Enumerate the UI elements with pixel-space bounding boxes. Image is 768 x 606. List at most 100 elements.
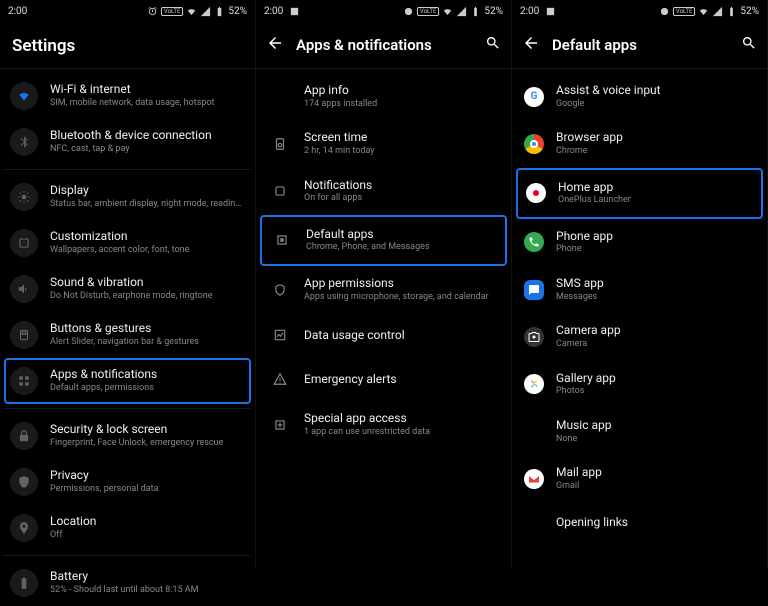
setting-home-app[interactable]: Home app OnePlus Launcher [516, 168, 763, 219]
battery-icon [214, 6, 225, 17]
setting-title: App permissions [304, 276, 499, 292]
setting-title: Wi-Fi & internet [50, 82, 245, 98]
special-access-icon [268, 413, 292, 437]
search-icon[interactable] [485, 35, 501, 55]
setting-title: Camera app [556, 323, 755, 339]
buttons-icon [10, 321, 38, 349]
setting-assist[interactable]: G Assist & voice input Google [516, 73, 763, 120]
setting-subtitle: Wallpapers, accent color, font, tone [50, 245, 245, 257]
search-icon[interactable] [741, 35, 757, 55]
setting-customization[interactable]: Customization Wallpapers, accent color, … [4, 220, 251, 266]
setting-privacy[interactable]: Privacy Permissions, personal data [4, 459, 251, 505]
setting-title: Default apps [306, 227, 497, 243]
setting-location[interactable]: Location Off [4, 505, 251, 551]
empty-icon [524, 422, 544, 442]
setting-subtitle: Photos [556, 386, 755, 398]
setting-notifications[interactable]: Notifications On for all apps [260, 168, 507, 215]
wifi-icon [698, 6, 709, 17]
chrome-icon [524, 134, 544, 154]
divider [4, 169, 251, 170]
setting-subtitle: NFC, cast, tap & pay [50, 144, 245, 156]
battery-icon [726, 6, 737, 17]
setting-camera-app[interactable]: Camera app Camera [516, 313, 763, 360]
setting-special-access[interactable]: Special app access 1 app can use unrestr… [260, 401, 507, 448]
battery-pct: 52% [484, 6, 503, 17]
setting-emergency-alerts[interactable]: Emergency alerts [260, 357, 507, 401]
setting-subtitle: OnePlus Launcher [558, 195, 753, 207]
screen-time-icon [268, 132, 292, 156]
setting-title: Data usage control [304, 328, 499, 344]
battery-pct: 52% [740, 6, 759, 17]
launcher-icon [526, 183, 546, 203]
setting-title: Emergency alerts [304, 372, 499, 388]
setting-data-usage[interactable]: Data usage control [260, 313, 507, 357]
setting-apps-notifications[interactable]: Apps & notifications Default apps, permi… [4, 358, 251, 404]
setting-subtitle: Fingerprint, Face Unlock, emergency resc… [50, 438, 245, 450]
setting-title: Home app [558, 180, 753, 196]
setting-display[interactable]: Display Status bar, ambient display, nig… [4, 174, 251, 220]
setting-title: SMS app [556, 276, 755, 292]
wifi-icon [442, 6, 453, 17]
wifi-icon [186, 6, 197, 17]
alarm-icon [403, 6, 414, 17]
setting-title: Privacy [50, 468, 245, 484]
setting-title: Sound & vibration [50, 275, 245, 291]
apps-notifications-screen: 2:00 VoLTE 52% Apps & notifications App … [256, 0, 512, 569]
setting-subtitle: Do Not Disturb, earphone mode, ringtone [50, 291, 245, 303]
setting-phone-app[interactable]: Phone app Phone [516, 219, 763, 266]
google-icon: G [524, 87, 544, 107]
data-usage-icon [268, 323, 292, 347]
bluetooth-icon [10, 128, 38, 156]
divider [512, 68, 767, 69]
setting-music-app[interactable]: Music app None [516, 408, 763, 455]
phone-icon [524, 232, 544, 252]
setting-subtitle: SIM, mobile network, data usage, hotspot [50, 98, 245, 110]
setting-wifi[interactable]: Wi-Fi & internet SIM, mobile network, da… [4, 73, 251, 119]
setting-subtitle: 2 hr, 14 min today [304, 146, 499, 158]
notifications-icon [268, 179, 292, 203]
battery-icon [10, 569, 38, 597]
setting-title: Opening links [556, 515, 755, 531]
setting-screen-time[interactable]: Screen time 2 hr, 14 min today [260, 120, 507, 167]
setting-title: Screen time [304, 130, 499, 146]
setting-bluetooth[interactable]: Bluetooth & device connection NFC, cast,… [4, 119, 251, 165]
setting-subtitle: Gmail [556, 481, 755, 493]
permissions-icon [268, 278, 292, 302]
sound-icon [10, 275, 38, 303]
setting-battery[interactable]: Battery 52% - Should last until about 8:… [4, 560, 251, 606]
setting-title: Bluetooth & device connection [50, 128, 245, 144]
alert-icon [268, 367, 292, 391]
setting-title: Battery [50, 569, 245, 585]
volte-icon: VoLTE [673, 7, 696, 16]
back-icon[interactable] [266, 34, 284, 56]
setting-sound[interactable]: Sound & vibration Do Not Disturb, earpho… [4, 266, 251, 312]
divider [0, 68, 255, 69]
signal-icon [456, 6, 467, 17]
setting-browser[interactable]: Browser app Chrome [516, 120, 763, 167]
setting-subtitle: Chrome, Phone, and Messages [306, 242, 497, 254]
setting-subtitle: Camera [556, 339, 755, 351]
setting-title: Customization [50, 229, 245, 245]
signal-icon [712, 6, 723, 17]
setting-app-permissions[interactable]: App permissions Apps using microphone, s… [260, 266, 507, 313]
setting-sms-app[interactable]: SMS app Messages [516, 266, 763, 313]
setting-buttons[interactable]: Buttons & gestures Alert Slider, navigat… [4, 312, 251, 358]
setting-title: Gallery app [556, 371, 755, 387]
back-icon[interactable] [522, 34, 540, 56]
setting-app-info[interactable]: App info 174 apps installed [260, 73, 507, 120]
divider [256, 68, 511, 69]
setting-title: Buttons & gestures [50, 321, 245, 337]
setting-subtitle: 174 apps installed [304, 99, 499, 111]
gmail-icon [524, 469, 544, 489]
setting-gallery-app[interactable]: Gallery app Photos [516, 361, 763, 408]
setting-security[interactable]: Security & lock screen Fingerprint, Face… [4, 413, 251, 459]
setting-default-apps[interactable]: Default apps Chrome, Phone, and Messages [260, 215, 507, 266]
setting-subtitle: Google [556, 99, 755, 111]
setting-subtitle: 1 app can use unrestricted data [304, 427, 499, 439]
default-apps-icon [270, 228, 294, 252]
setting-opening-links[interactable]: Opening links [516, 503, 763, 543]
volte-icon: VoLTE [417, 7, 440, 16]
setting-subtitle: On for all apps [304, 193, 499, 205]
setting-title: Music app [556, 418, 755, 434]
setting-mail-app[interactable]: Mail app Gmail [516, 455, 763, 502]
